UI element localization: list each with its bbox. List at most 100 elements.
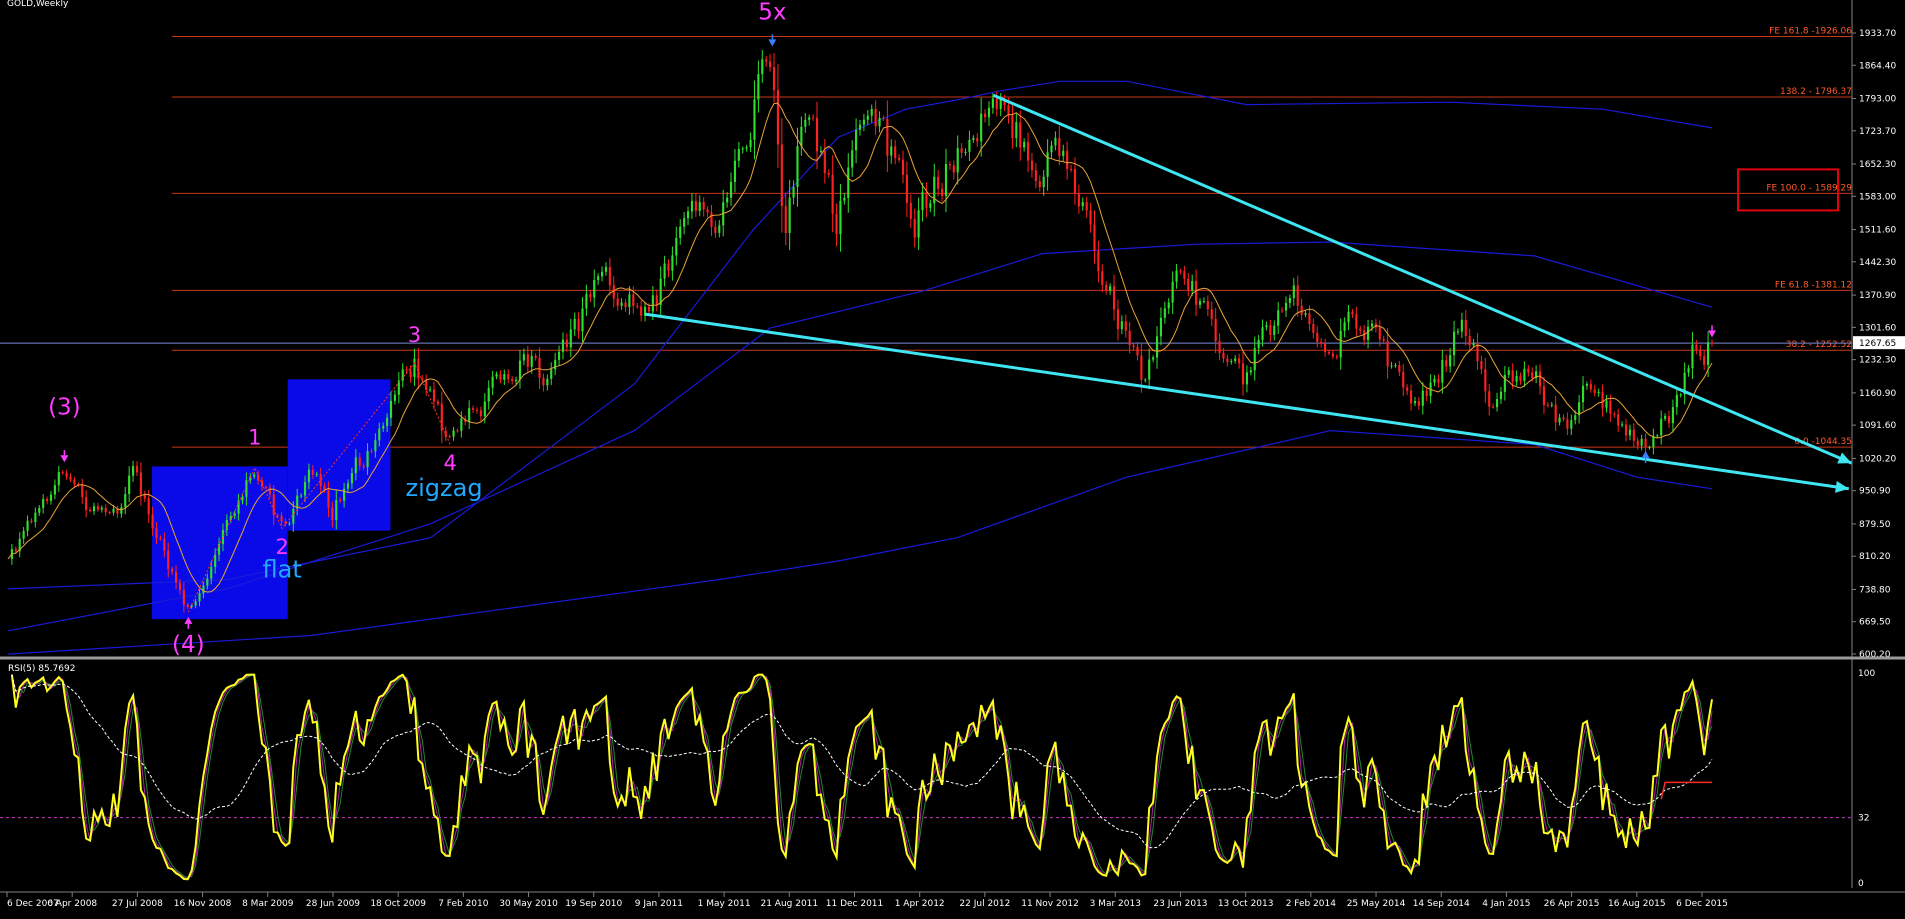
candle-body [1042,176,1045,188]
candle-body [843,197,846,201]
candle-body [944,164,948,197]
candle-body [866,115,869,120]
candle-body [42,498,45,508]
date-tick-label: 14 Sep 2014 [1413,899,1470,909]
candle-body [1351,311,1354,315]
candle-body [620,302,623,306]
candle-body [1050,145,1053,153]
candle-body [1226,358,1229,362]
candle-body [1175,270,1178,282]
candle-body [983,113,987,118]
candle-body [139,472,142,495]
candle-body [1511,370,1514,382]
chart-background [0,0,1905,915]
candle-body [1273,325,1276,335]
candle-body [538,357,541,378]
date-tick-label: 1 May 2011 [698,899,751,909]
candle-body [1707,342,1710,365]
rsi-axis-label: 0 [1858,879,1864,889]
candle-body [1488,391,1491,407]
candle-body [737,148,740,161]
candle-body [1554,404,1557,423]
candle-body [452,430,455,437]
candle-body [135,466,139,473]
candle-body [890,146,893,156]
candle-body [1085,202,1088,211]
candle-body [151,514,154,529]
candle-body [827,173,830,175]
candle-body [812,117,815,119]
candle-body [1609,400,1612,414]
candle-body [1452,331,1456,356]
candle-body [190,605,193,607]
candle-body [475,409,479,411]
candle-body [960,148,963,153]
candle-body [948,164,951,166]
candle-body [987,107,991,118]
candle-body [171,568,174,572]
candle-body [1030,160,1034,171]
candle-body [1304,313,1307,315]
price-tick-label: 810.20 [1859,552,1891,562]
candle-body [1691,344,1694,369]
candle-body [651,295,654,312]
candle-body [1570,420,1573,429]
candle-body [839,200,842,235]
candle-body [1679,394,1682,396]
candle-body [589,294,592,298]
candle-body [604,266,608,272]
candle-body [1402,371,1405,388]
candle-body [1597,392,1600,394]
candle-body [1601,392,1604,408]
candle-body [1581,385,1585,403]
candle-body [1367,326,1370,340]
price-tick-label: 1511.60 [1859,226,1896,236]
candle-body [1198,301,1202,305]
candle-body [898,158,901,160]
candle-body [792,187,795,198]
date-tick-label: 13 Oct 2013 [1218,899,1274,909]
candle-body [1472,343,1475,346]
wave-label: 1 [248,426,261,450]
candle-body [1097,250,1100,272]
candle-body [288,523,291,525]
date-tick-label: 19 Sep 2010 [565,899,622,909]
candle-body [1593,389,1596,394]
candle-body [1054,137,1057,146]
candle-body [1656,435,1659,437]
candle-body [1566,419,1569,429]
candle-body [1456,331,1460,333]
candle-body [57,472,60,486]
candle-body [550,369,553,379]
candle-body [718,225,721,233]
price-tick-label: 1793.00 [1859,95,1896,105]
candle-body [530,355,533,367]
candle-body [1167,302,1170,309]
candle-body [1265,325,1268,328]
candle-body [1339,330,1342,358]
candle-body [65,472,68,477]
gold-weekly-chart[interactable]: FE 161.8 -1926.06 138.2 - 1796.37 FE 100.0… [0,0,1905,915]
candle-body [522,354,525,361]
candle-body [303,482,307,496]
candle-body [597,276,600,281]
candle-body [327,489,330,508]
candle-body [593,280,596,298]
candle-body [147,498,150,515]
candle-body [679,226,682,238]
candle-body [1112,286,1116,310]
candle-body [1015,122,1018,139]
chart-window[interactable]: FE 161.8 -1926.06 138.2 - 1796.37 FE 100.0… [0,0,1905,915]
candle-body [1644,438,1647,448]
candle-body [264,486,268,488]
candle-body [1468,336,1471,346]
candle-body [1124,321,1127,331]
date-tick-label: 22 Jul 2012 [959,899,1010,909]
price-tick-label: 1652.30 [1859,160,1896,170]
price-tick-label: 1583.00 [1859,192,1896,202]
candle-body [1257,340,1260,349]
date-tick-label: 8 Mar 2009 [242,899,294,909]
candle-body [710,212,713,227]
candle-body [155,528,158,538]
candle-body [565,339,568,348]
